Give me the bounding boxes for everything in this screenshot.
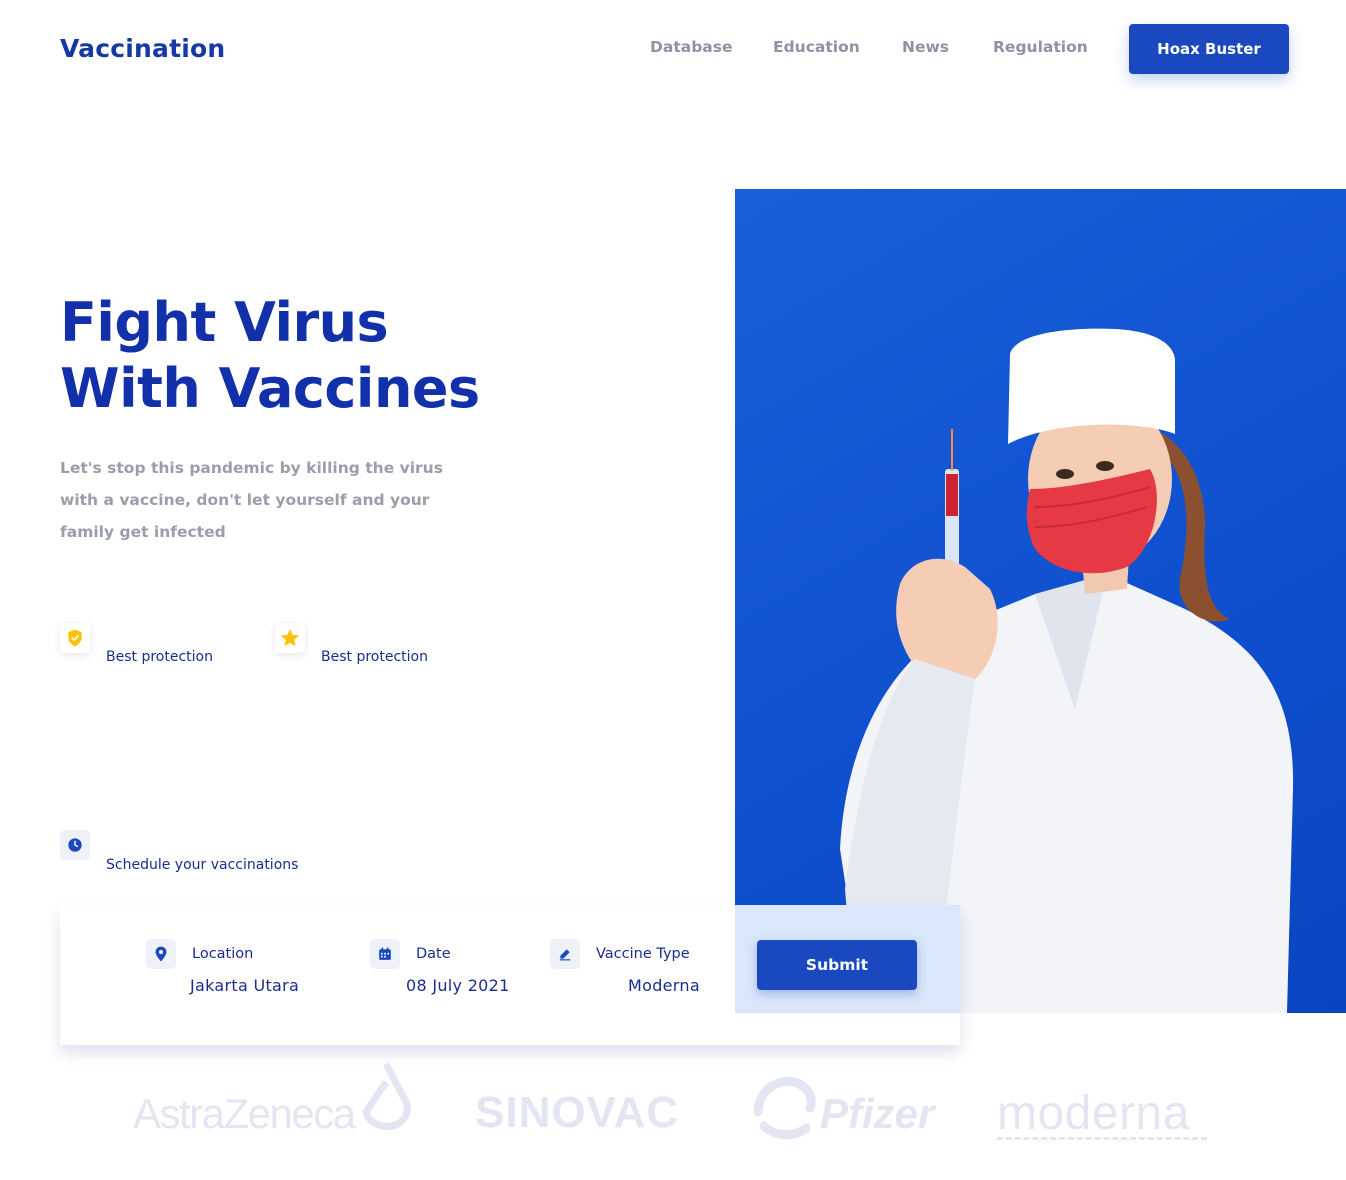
hoax-buster-button[interactable]: Hoax Buster bbox=[1129, 24, 1289, 74]
brand-moderna-text: moderna bbox=[997, 1087, 1190, 1140]
location-label: Location bbox=[192, 946, 254, 962]
feature-label-protection-2: Best protection bbox=[321, 649, 428, 665]
schedule-form: Location Jakarta Utara Date 08 July 2021… bbox=[60, 905, 960, 1045]
hero-image bbox=[735, 189, 1346, 1013]
hero-subtitle: Let's stop this pandemic by killing the … bbox=[60, 459, 443, 541]
brand-pfizer: Pfizer bbox=[820, 1090, 935, 1137]
date-value[interactable]: 08 July 2021 bbox=[406, 976, 510, 995]
feature-label-protection: Best protection bbox=[106, 649, 213, 665]
shield-check-icon bbox=[60, 623, 90, 653]
nav-link-database[interactable]: Database bbox=[650, 38, 733, 56]
date-label: Date bbox=[416, 946, 451, 962]
edit-icon bbox=[550, 939, 580, 969]
site-logo[interactable]: Vaccination bbox=[60, 34, 225, 63]
vaccine-type-value[interactable]: Moderna bbox=[628, 976, 700, 995]
vaccine-type-label: Vaccine Type bbox=[596, 946, 690, 962]
calendar-icon bbox=[370, 939, 400, 969]
astrazeneca-mark-icon bbox=[362, 1062, 411, 1130]
nav-link-regulation[interactable]: Regulation bbox=[993, 38, 1088, 56]
hero-title: Fight Virus With Vaccines bbox=[60, 290, 480, 422]
brand-moderna: moderna bbox=[997, 1086, 1207, 1140]
nav-link-news[interactable]: News bbox=[902, 38, 949, 56]
clock-icon bbox=[60, 830, 90, 860]
pfizer-mark-icon bbox=[753, 1076, 816, 1139]
location-pin-icon bbox=[146, 939, 176, 969]
hero-title-line2: With Vaccines bbox=[60, 357, 480, 420]
location-value[interactable]: Jakarta Utara bbox=[190, 976, 299, 995]
hero-title-line1: Fight Virus bbox=[60, 291, 389, 354]
nav-link-education[interactable]: Education bbox=[773, 38, 860, 56]
brand-astrazeneca: AstraZeneca bbox=[133, 1062, 411, 1138]
schedule-label: Schedule your vaccinations bbox=[106, 857, 299, 873]
brand-sinovac: SINOVAC bbox=[475, 1088, 680, 1137]
star-icon bbox=[275, 623, 305, 653]
brand-astrazeneca-text: AstraZeneca bbox=[133, 1090, 356, 1137]
submit-button[interactable]: Submit bbox=[757, 940, 917, 990]
